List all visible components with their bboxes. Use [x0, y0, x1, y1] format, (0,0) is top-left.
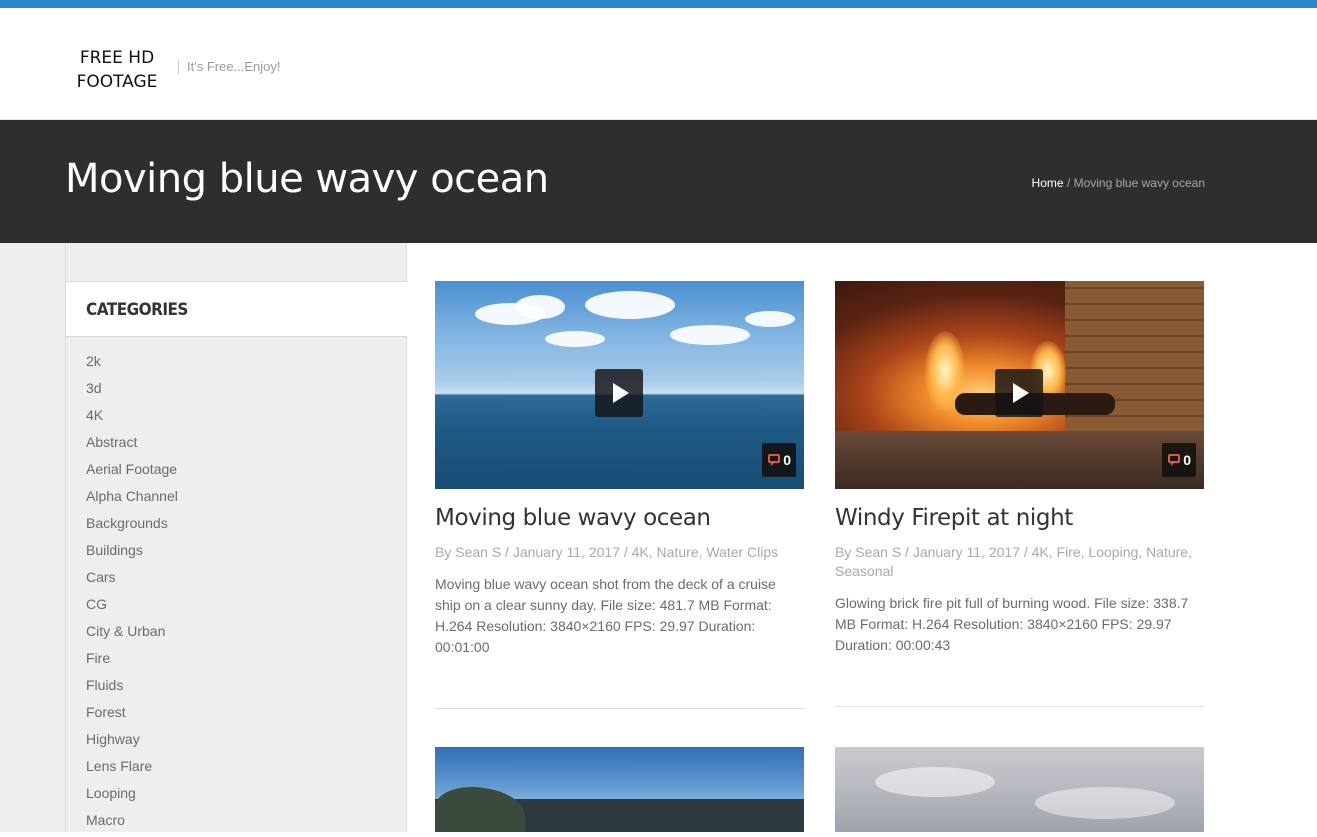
cloud-shape	[515, 295, 565, 319]
main-content: CATEGORIES 2k 3d 4K Abstract Aerial Foot…	[0, 243, 1317, 832]
category-link-highway[interactable]: Highway	[86, 731, 140, 747]
category-item[interactable]: 4K	[86, 405, 178, 432]
category-link-buildings[interactable]: Buildings	[86, 542, 143, 558]
post-title-link[interactable]: Windy Firepit at night	[835, 505, 1204, 531]
top-accent-bar	[0, 0, 1317, 8]
post-card: 0 Windy Firepit at night By Sean S / Jan…	[835, 281, 1204, 656]
post-card: 0 Moving blue wavy ocean By Sean S / Jan…	[435, 281, 804, 658]
categories-widget-title: CATEGORIES	[86, 300, 188, 320]
category-item[interactable]: Cars	[86, 567, 178, 594]
sidebar: CATEGORIES 2k 3d 4K Abstract Aerial Foot…	[65, 243, 407, 832]
comment-icon	[1168, 454, 1180, 466]
comment-count: 0	[783, 452, 791, 468]
category-item[interactable]: CG	[86, 594, 178, 621]
post-divider	[435, 708, 804, 709]
category-item[interactable]: Abstract	[86, 432, 178, 459]
category-item[interactable]: City & Urban	[86, 621, 178, 648]
cloud-shape	[745, 311, 795, 327]
category-item[interactable]: Looping	[86, 783, 178, 810]
post-meta: By Sean S / January 11, 2017 / 4K, Natur…	[435, 544, 779, 560]
categories-widget-header: CATEGORIES	[66, 281, 407, 337]
comment-count: 0	[1183, 452, 1191, 468]
category-item[interactable]: 3d	[86, 378, 178, 405]
category-link-forest[interactable]: Forest	[86, 704, 126, 720]
site-header: FREE HD FOOTAGE It's Free...Enjoy!	[0, 8, 1317, 120]
site-logo[interactable]: FREE HD FOOTAGE	[62, 46, 172, 94]
post-title-link[interactable]: Moving blue wavy ocean	[435, 505, 804, 531]
category-link-3d[interactable]: 3d	[86, 380, 102, 396]
category-link-cg[interactable]: CG	[86, 596, 107, 612]
category-link-2k[interactable]: 2k	[86, 353, 101, 369]
post-divider	[835, 706, 1204, 707]
category-item[interactable]: Buildings	[86, 540, 178, 567]
category-link-fluids[interactable]: Fluids	[86, 677, 123, 693]
breadcrumb-current: Moving blue wavy ocean	[1073, 176, 1205, 190]
cloud-shape	[875, 767, 995, 797]
breadcrumb: Home / Moving blue wavy ocean	[1032, 176, 1205, 190]
comment-icon	[768, 454, 780, 466]
video-thumbnail[interactable]	[435, 747, 804, 832]
firepit-floor	[835, 431, 1204, 489]
category-link-aerial-footage[interactable]: Aerial Footage	[86, 461, 177, 477]
comment-count-badge[interactable]: 0	[762, 443, 796, 477]
cloud-shape	[1035, 787, 1175, 819]
category-item[interactable]: Alpha Channel	[86, 486, 178, 513]
category-item[interactable]: Backgrounds	[86, 513, 178, 540]
site-tagline: It's Free...Enjoy!	[178, 59, 281, 74]
breadcrumb-separator: /	[1063, 176, 1074, 190]
category-link-lens-flare[interactable]: Lens Flare	[86, 758, 152, 774]
post-excerpt: Moving blue wavy ocean shot from the dec…	[435, 576, 776, 655]
hill-shape	[435, 787, 525, 832]
play-icon[interactable]	[995, 369, 1043, 417]
video-thumbnail[interactable]	[835, 747, 1204, 832]
cloud-shape	[545, 331, 605, 347]
page-title-bar: Moving blue wavy ocean Home / Moving blu…	[0, 120, 1317, 243]
comment-count-badge[interactable]: 0	[1162, 443, 1196, 477]
play-icon[interactable]	[595, 369, 643, 417]
category-link-4k[interactable]: 4K	[86, 407, 103, 423]
breadcrumb-home-link[interactable]: Home	[1032, 176, 1064, 190]
category-item[interactable]: Fire	[86, 648, 178, 675]
post-meta: By Sean S / January 11, 2017 / 4K, Fire,…	[835, 544, 1192, 579]
category-link-backgrounds[interactable]: Backgrounds	[86, 515, 168, 531]
category-link-cars[interactable]: Cars	[86, 569, 116, 585]
category-item[interactable]: Aerial Footage	[86, 459, 178, 486]
left-gutter	[0, 243, 65, 832]
category-link-looping[interactable]: Looping	[86, 785, 136, 801]
video-thumbnail[interactable]: 0	[435, 281, 804, 489]
category-item[interactable]: Fluids	[86, 675, 178, 702]
category-link-alpha-channel[interactable]: Alpha Channel	[86, 488, 178, 504]
category-link-macro[interactable]: Macro	[86, 812, 125, 828]
category-link-city-urban[interactable]: City & Urban	[86, 623, 165, 639]
category-list: 2k 3d 4K Abstract Aerial Footage Alpha C…	[86, 351, 178, 837]
video-thumbnail[interactable]: 0	[835, 281, 1204, 489]
category-item[interactable]: 2k	[86, 351, 178, 378]
category-item[interactable]: Forest	[86, 702, 178, 729]
category-item[interactable]: Lens Flare	[86, 756, 178, 783]
post-excerpt: Glowing brick fire pit full of burning w…	[835, 595, 1189, 653]
cloud-shape	[585, 291, 675, 319]
category-link-abstract[interactable]: Abstract	[86, 434, 137, 450]
category-item[interactable]: Macro	[86, 810, 178, 837]
page-title: Moving blue wavy ocean	[65, 156, 549, 202]
cloud-shape	[670, 325, 750, 345]
category-link-fire[interactable]: Fire	[86, 650, 110, 666]
category-item[interactable]: Highway	[86, 729, 178, 756]
